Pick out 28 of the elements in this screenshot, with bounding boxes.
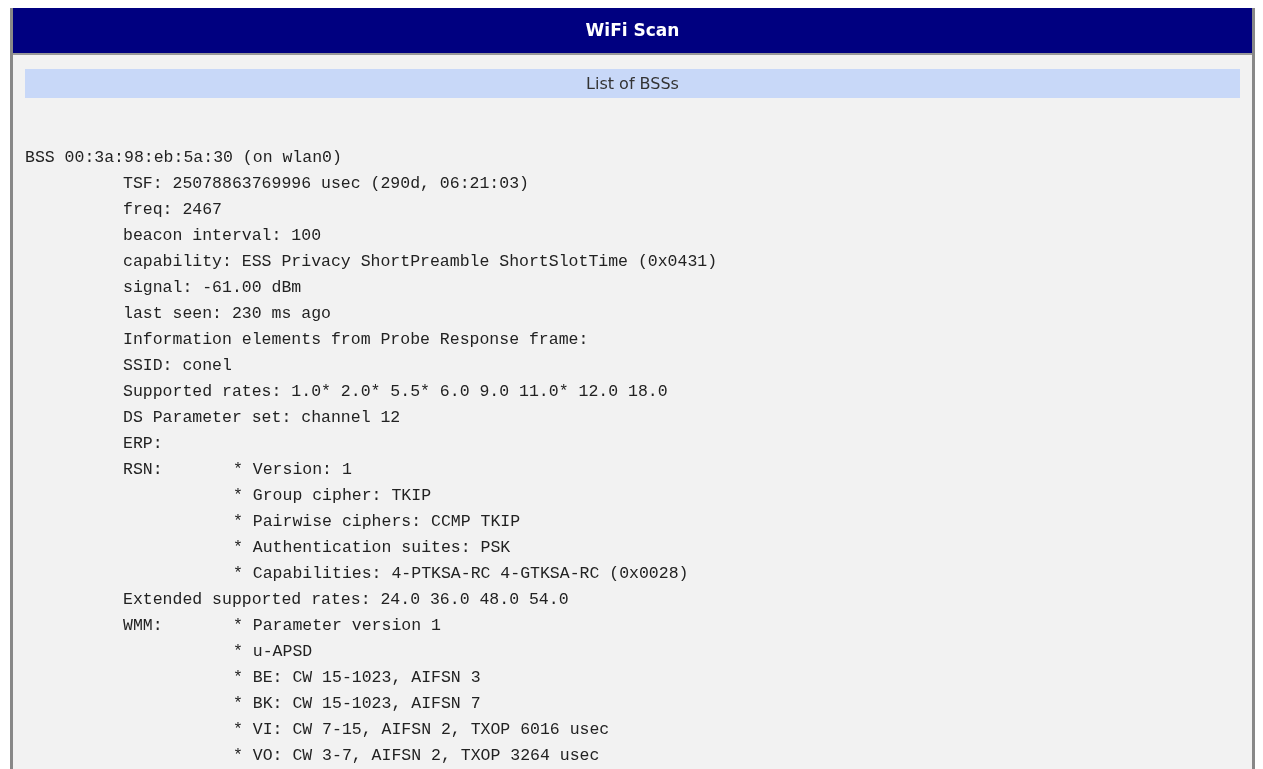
scan-output-line: * Parameter version 1 xyxy=(233,615,441,637)
scan-output-line: * Version: 1 xyxy=(233,459,352,481)
scan-output-line: Extended supported rates: 24.0 36.0 48.0 54.0 xyxy=(123,589,569,611)
scan-output-line: * VI: CW 7-15, AIFSN 2, TXOP 6016 usec xyxy=(233,719,610,741)
scan-output-line: * BK: CW 15-1023, AIFSN 7 xyxy=(233,693,481,715)
scan-output-line: * BE: CW 15-1023, AIFSN 3 xyxy=(233,667,481,689)
scan-output-line: freq: 2467 xyxy=(123,199,223,221)
scan-output-line: * Capabilities: 4-PTKSA-RC 4-GTKSA-RC (0x0028) xyxy=(233,563,689,585)
scan-output-line: Information elements from Probe Response frame: xyxy=(123,329,589,351)
scan-output-line: SSID: conel xyxy=(123,355,232,377)
scan-output-line: capability: ESS Privacy ShortPreamble ShortSlotTime (0x0431) xyxy=(123,251,718,273)
scan-output-line: ERP: xyxy=(123,433,163,455)
field-label: RSN: xyxy=(123,459,164,481)
window-title: WiFi Scan xyxy=(13,8,1252,55)
scan-output-line: beacon interval: 100 xyxy=(123,225,322,247)
scan-output-line: Supported rates: 1.0* 2.0* 5.5* 6.0 9.0 11.0* 12.0 18.0 xyxy=(123,381,668,403)
scan-output-line: TSF: 25078863769996 usec (290d, 06:21:03) xyxy=(123,173,529,195)
scan-output-line: BSS 00:3a:98:eb:5a:30 (on wlan0) xyxy=(25,147,342,169)
scan-output-line: * Group cipher: TKIP xyxy=(233,485,432,507)
scan-output-line: signal: -61.00 dBm xyxy=(123,277,302,299)
section-header: List of BSSs xyxy=(25,69,1240,98)
scan-output-line: * VO: CW 3-7, AIFSN 2, TXOP 3264 usec xyxy=(233,745,600,767)
scan-output-line: * Pairwise ciphers: CCMP TKIP xyxy=(233,511,521,533)
scan-output-line: * u-APSD xyxy=(233,641,313,663)
scan-output-line: last seen: 230 ms ago xyxy=(123,303,331,325)
field-label: WMM: xyxy=(123,615,164,637)
scan-output-line: DS Parameter set: channel 12 xyxy=(123,407,401,429)
scan-output-line: * Authentication suites: PSK xyxy=(233,537,511,559)
